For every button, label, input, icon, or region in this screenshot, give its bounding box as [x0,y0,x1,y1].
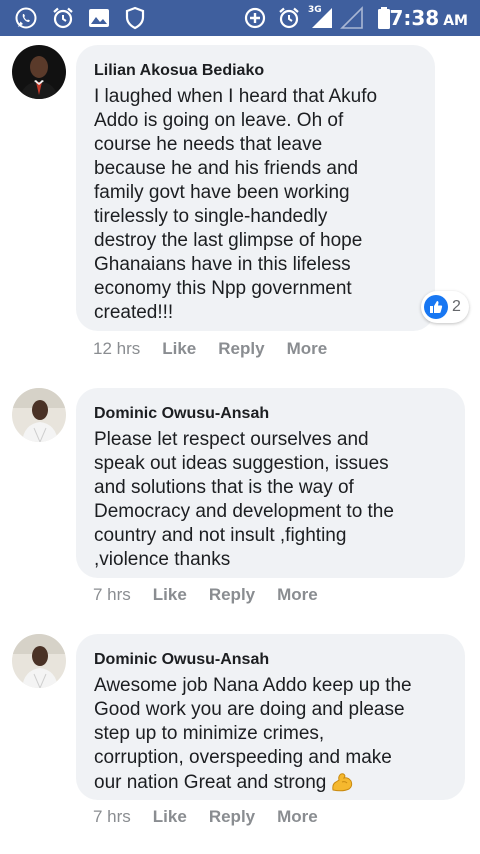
like-button[interactable]: Like [162,339,196,359]
comment-text-content: Awesome job Nana Addo keep up the Good w… [94,675,412,793]
whatsapp-icon [14,6,38,30]
shield-icon [123,6,147,30]
comment-actions: 7 hrs Like Reply More [93,583,340,607]
flexed-biceps-icon [330,770,354,792]
status-bar: 3G 7:38 AM [0,0,480,36]
comment-bubble: Lilian Akosua Bediako I laughed when I h… [76,45,435,331]
like-reaction-icon [424,295,448,319]
more-button[interactable]: More [277,807,318,827]
signal-empty-icon [340,6,364,30]
comment-timestamp: 7 hrs [93,807,131,826]
clock-ampm: AM [443,13,468,29]
comment-actions: 12 hrs Like Reply More [93,337,349,361]
comment-author[interactable]: Dominic Owusu-Ansah [94,650,447,670]
reply-button[interactable]: Reply [209,807,255,827]
reaction-summary[interactable]: 2 [421,291,469,323]
comment-actions: 7 hrs Like Reply More [93,805,340,829]
avatar[interactable] [12,634,66,688]
comment-author[interactable]: Dominic Owusu-Ansah [94,404,447,424]
comment-timestamp: 7 hrs [93,585,131,604]
comment-bubble: Dominic Owusu-Ansah Awesome job Nana Add… [76,634,465,800]
clock-time: 7:38 [389,6,440,30]
comment-text: Awesome job Nana Addo keep up the Good w… [94,674,447,795]
avatar[interactable] [12,45,66,99]
gallery-icon [87,6,111,30]
clock: 7:38 AM [389,6,468,30]
alarm-icon [51,6,75,30]
comment-author[interactable]: Lilian Akosua Bediako [94,61,417,81]
avatar[interactable] [12,388,66,442]
more-button[interactable]: More [287,339,328,359]
alarm-icon [277,6,301,30]
reaction-count: 2 [452,298,461,315]
comment-timestamp: 12 hrs [93,339,141,358]
comment-text: Please let respect ourselves and speak o… [94,429,394,570]
comment-text: I laughed when I heard that Akufo Addo i… [94,86,378,323]
reply-button[interactable]: Reply [218,339,264,359]
reply-button[interactable]: Reply [209,585,255,605]
like-button[interactable]: Like [153,585,187,605]
like-button[interactable]: Like [153,807,187,827]
comment-bubble: Dominic Owusu-Ansah Please let respect o… [76,388,465,578]
data-saver-icon [243,6,267,30]
signal-icon [310,6,334,30]
more-button[interactable]: More [277,585,318,605]
